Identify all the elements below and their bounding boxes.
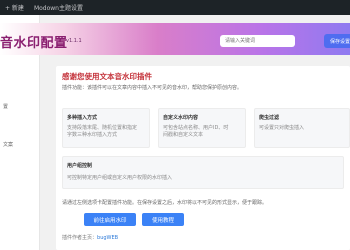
feature-card-text: 支持段落末尾、随机位置和指定字数三种水印插入方式 [67,125,138,138]
adminbar-new-label: + 新建 [5,5,24,12]
adminbar-theme-settings[interactable]: Modown主题设置 [29,0,88,15]
header-banner: 音水印配置 v1.1.1 保存设置 [0,23,350,55]
feature-card-wide: 用户组控制 可控制特定用户组或自定义用户权限的水印插入 [62,156,344,189]
sidebar-item-label: 文案 [3,141,14,148]
feature-card-title: 用户组控制 [67,163,93,169]
feature-card-title: 爬虫过滤 [259,115,280,121]
feature-card-text: 可控制特定用户组或自定义用户权限的水印插入 [67,175,173,181]
panel-title: 感谢您使用文本音水印插件 [62,72,152,81]
adminbar-new[interactable]: + 新建 [0,0,29,15]
admin-bar: + 新建 Modown主题设置 [0,0,350,15]
docs-button[interactable]: 使用教程 [142,213,184,226]
setup-note: 请通过左侧选项卡配置插件功能。在保存设置之后，水印将以不可见的形式显示，便于跟踪… [62,200,268,206]
main-panel: 感谢您使用文本音水印插件 插件功能：该插件可以在文章内容中插入不可见的音水印，帮… [56,66,350,250]
feature-card: 多种插入方式 支持段落末尾、随机位置和指定字数三种水印插入方式 [62,108,150,148]
start-watermark-button[interactable]: 前往启用水印 [84,213,136,226]
author-link[interactable]: bugWEB [97,235,118,241]
feature-card: 爬虫过滤 可设置只对爬虫插入 [254,108,350,148]
version-label: v1.1.1 [66,38,82,44]
save-settings-button[interactable]: 保存设置 [324,34,350,48]
feature-card-text: 可包含站点名称、用户ID、时间戳和自定义文本 [163,125,229,138]
author-line: 插件作者主页：bugWEB [62,234,118,241]
feature-card: 自定义水印内容 可包含站点名称、用户ID、时间戳和自定义文本 [158,108,246,148]
feature-card-text: 可设置只对爬虫插入 [259,125,305,131]
author-label: 插件作者主页： [62,235,98,241]
adminbar-theme-label: Modown主题设置 [33,5,83,12]
feature-card-title: 多种插入方式 [67,115,98,121]
panel-description: 插件功能：该插件可以在文章内容中插入不可见的音水印，帮助您保护原创内容。 [62,85,243,91]
sidebar-item-label: 置 [3,103,9,110]
feature-card-title: 自定义水印内容 [163,115,199,121]
sidebar-item-text[interactable]: 文案 [0,138,40,150]
sidebar-item-settings[interactable]: 置 [0,100,40,112]
search-input[interactable] [220,35,295,47]
page-title: 音水印配置 [0,36,68,51]
